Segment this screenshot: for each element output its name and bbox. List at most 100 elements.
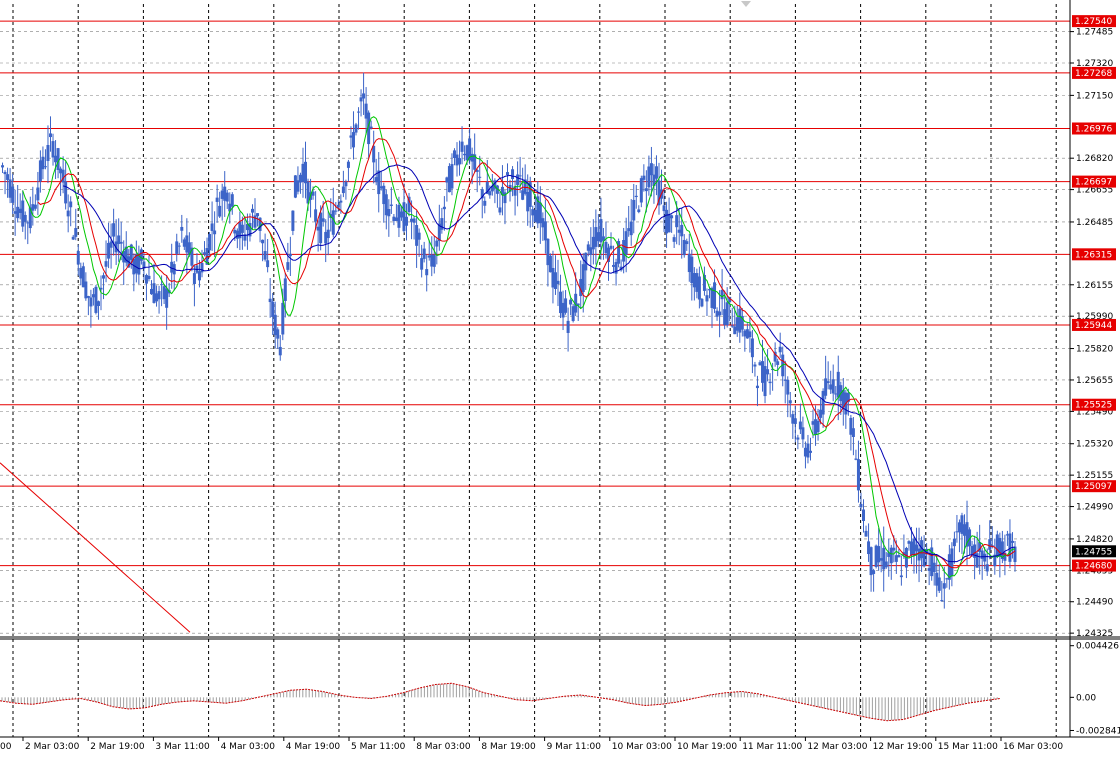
candle-body	[950, 548, 954, 577]
candle-body	[339, 200, 343, 203]
candle-body	[208, 234, 212, 251]
candle-body	[748, 331, 752, 338]
candle-body	[556, 280, 560, 285]
chart-frame	[0, 0, 1120, 738]
candle-body	[806, 443, 810, 458]
candle-body	[826, 381, 830, 384]
candle-body	[778, 346, 782, 353]
x-tick-label: 11 Mar 11:00	[742, 742, 802, 752]
shift-marker-icon	[741, 1, 751, 7]
candle-body	[288, 253, 292, 257]
candle-body	[824, 378, 828, 396]
candle-body	[362, 93, 366, 99]
candle-body	[786, 379, 790, 395]
level-price-tag-text: 1.25097	[1075, 482, 1112, 492]
x-tick-label: 3 Mar 11:00	[155, 742, 210, 752]
candle-body	[177, 245, 181, 247]
candle-body	[483, 200, 487, 206]
moving-average-slow	[62, 164, 1016, 563]
candle-body	[326, 229, 330, 239]
candle-body	[94, 286, 98, 313]
candle-body	[796, 437, 800, 440]
candle-body	[897, 555, 901, 558]
candle-body	[331, 210, 335, 235]
level-price-tag-text: 1.26976	[1075, 124, 1112, 134]
forex-chart[interactable]: 1.274851.273201.271501.268201.266551.264…	[0, 0, 1120, 758]
candle-body	[639, 178, 643, 203]
candle-body	[61, 169, 65, 183]
candle-body	[1010, 540, 1014, 543]
candle-body	[84, 281, 88, 299]
candle-body	[753, 364, 757, 367]
candle-body	[215, 197, 219, 202]
candle-body	[801, 427, 805, 440]
moving-averages	[22, 116, 1016, 579]
candle-body	[139, 249, 143, 261]
candle-body	[291, 210, 295, 231]
candle-body	[41, 156, 45, 170]
candle-body	[725, 302, 729, 326]
candle-body	[197, 271, 201, 281]
candle-body	[788, 400, 792, 404]
candle-body	[864, 530, 868, 537]
candle-body	[357, 111, 361, 113]
x-tick-label: 00	[0, 742, 12, 752]
y-tick-label: 1.25655	[1076, 376, 1113, 386]
candle-body	[649, 163, 653, 176]
candle-body	[43, 166, 47, 168]
candle-body	[768, 381, 772, 384]
candle-body	[460, 141, 464, 152]
level-price-tag-text: 1.26315	[1075, 250, 1112, 260]
moving-average-fast	[22, 116, 1016, 579]
candle-body	[420, 258, 424, 270]
candle-body	[518, 175, 522, 177]
candle-body	[632, 199, 636, 221]
level-price-tag-text: 1.27540	[1075, 17, 1112, 27]
candle-body	[344, 181, 348, 187]
candle-body	[119, 241, 123, 244]
candle-body	[200, 262, 204, 273]
candle-body	[69, 201, 73, 208]
candle-body	[64, 181, 68, 204]
candle-body	[180, 226, 184, 231]
candle-body	[89, 297, 93, 307]
level-price-tag: 1.24680	[1072, 559, 1116, 572]
candle-body	[564, 298, 568, 313]
price-axis: 1.274851.273201.271501.268201.266551.264…	[1070, 15, 1120, 736]
candle-body	[932, 562, 936, 572]
candle-body	[478, 176, 482, 178]
y-tick-label: 1.24990	[1076, 503, 1113, 513]
candle-body	[670, 215, 674, 219]
candle-body	[21, 200, 25, 227]
candle-body	[808, 450, 812, 453]
level-price-tag: 1.26697	[1072, 175, 1116, 188]
candle-body	[334, 210, 338, 212]
candle-body	[96, 301, 100, 307]
candle-body	[422, 248, 426, 259]
trend-line	[0, 462, 191, 633]
candle-body	[700, 298, 704, 307]
candle-body	[240, 224, 244, 233]
candle-body	[680, 224, 684, 237]
candle-body	[346, 161, 350, 168]
candle-body	[387, 209, 391, 217]
candle-body	[985, 564, 989, 572]
x-tick-label: 4 Mar 19:00	[286, 742, 341, 752]
candle-body	[341, 186, 345, 194]
candle-body	[281, 302, 285, 335]
candle-body	[432, 254, 436, 267]
x-tick-label: 10 Mar 19:00	[677, 742, 737, 752]
candle-body	[644, 188, 648, 192]
candle-body	[654, 166, 658, 179]
candle-body	[672, 237, 676, 242]
candle-body	[3, 171, 7, 175]
x-tick-label: 8 Mar 19:00	[481, 742, 536, 752]
candle-body	[147, 275, 151, 279]
candle-body	[76, 251, 80, 265]
current-price-tag-text: 1.24755	[1075, 547, 1112, 557]
candle-body	[372, 145, 376, 163]
candle-body	[319, 212, 323, 244]
x-tick-label: 2 Mar 03:00	[25, 742, 80, 752]
osc-tick-label: 0.004426	[1076, 642, 1119, 652]
candle-body	[412, 218, 416, 223]
